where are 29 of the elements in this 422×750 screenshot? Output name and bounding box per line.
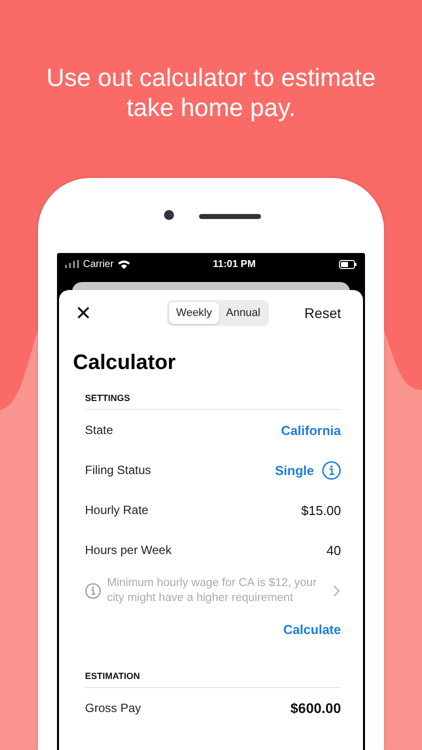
info-icon[interactable] [322, 460, 341, 480]
setting-value[interactable]: 40 [326, 542, 341, 558]
wifi-icon [118, 260, 130, 268]
setting-picker[interactable]: Single [274, 462, 314, 478]
close-button[interactable]: ✕ [75, 300, 92, 326]
hint-text: Minimum hourly wage for CA is $12, your city might have a higher requirement [107, 576, 318, 606]
result-label: Gross Pay [85, 701, 142, 715]
info-icon [85, 583, 101, 599]
speaker-icon [199, 214, 261, 219]
result-value: $600.00 [290, 700, 341, 716]
status-time: 11:01 PM [212, 258, 256, 270]
setting-label: Hourly Rate [85, 503, 148, 517]
page-title: Calculator [73, 350, 177, 376]
setting-picker[interactable]: California [281, 422, 341, 438]
section-heading: ESTIMATION [85, 671, 341, 688]
calculate-button[interactable]: Calculate [283, 622, 341, 637]
segment-tab[interactable]: Weekly [169, 302, 220, 324]
signal-icon [65, 260, 79, 268]
setting-label: State [85, 423, 114, 437]
reset-button[interactable]: Reset [304, 305, 341, 321]
headline: Use out calculator to estimate take home pay. [45, 63, 377, 124]
camera-icon [164, 210, 174, 220]
setting-label: Hours per Week [85, 543, 172, 557]
segment-tab[interactable]: Annual [219, 302, 268, 324]
battery-icon [339, 260, 357, 268]
section-heading: SETTINGS [85, 393, 341, 410]
setting-label: Filing Status [85, 463, 152, 477]
setting-value[interactable]: $15.00 [301, 502, 341, 518]
carrier-label: Carrier [83, 258, 114, 270]
